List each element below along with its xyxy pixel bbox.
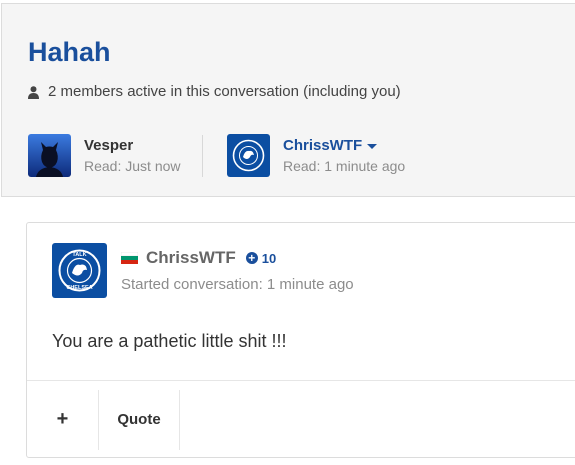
members-active-line: 2 members active in this conversation (i… — [28, 82, 401, 102]
participant-vesper[interactable]: Vesper Read: Just now — [28, 134, 181, 177]
participant-name[interactable]: Vesper — [84, 136, 181, 156]
message-actions: + Quote — [27, 381, 180, 458]
message-author[interactable]: ChrissWTF — [146, 247, 236, 269]
reputation-count: 10 — [261, 250, 277, 266]
quote-button[interactable]: Quote — [99, 389, 180, 450]
participant-read-status: Read: Just now — [84, 157, 181, 174]
conversation-title: Hahah — [28, 37, 111, 67]
participant-read-status: Read: 1 minute ago — [283, 157, 406, 174]
participant-chrisswtf[interactable]: ChrissWTF Read: 1 minute ago — [227, 134, 405, 177]
participant-divider — [202, 135, 203, 177]
members-active-text: 2 members active in this conversation (i… — [48, 83, 401, 100]
chevron-down-icon[interactable] — [367, 143, 378, 149]
logo-text-bottom: CHELSEA — [66, 285, 92, 291]
message-author-line: ChrissWTF + 10 — [121, 247, 276, 269]
participant-name-menu[interactable]: ChrissWTF — [283, 136, 405, 156]
logo-text-top: TALK — [72, 252, 86, 258]
user-icon — [28, 85, 39, 99]
talk-chelsea-logo[interactable] — [227, 134, 270, 177]
participant-name[interactable]: ChrissWTF — [283, 136, 362, 156]
message-card: TALK CHELSEA ChrissWTF + 10 Started conv… — [26, 222, 575, 458]
conversation-header: Hahah 2 members active in this conversat… — [1, 3, 575, 197]
add-reaction-button[interactable]: + — [27, 389, 99, 450]
plus-circle-icon: + — [245, 252, 258, 264]
reputation-badge: + 10 — [245, 250, 277, 266]
talk-chelsea-logo[interactable]: TALK CHELSEA — [52, 243, 107, 298]
message-body: You are a pathetic little shit !!! — [52, 331, 287, 351]
bulgaria-flag-icon — [121, 252, 138, 264]
silhouette-avatar-icon[interactable] — [28, 134, 71, 177]
message-timestamp: Started conversation: 1 minute ago — [121, 276, 354, 293]
